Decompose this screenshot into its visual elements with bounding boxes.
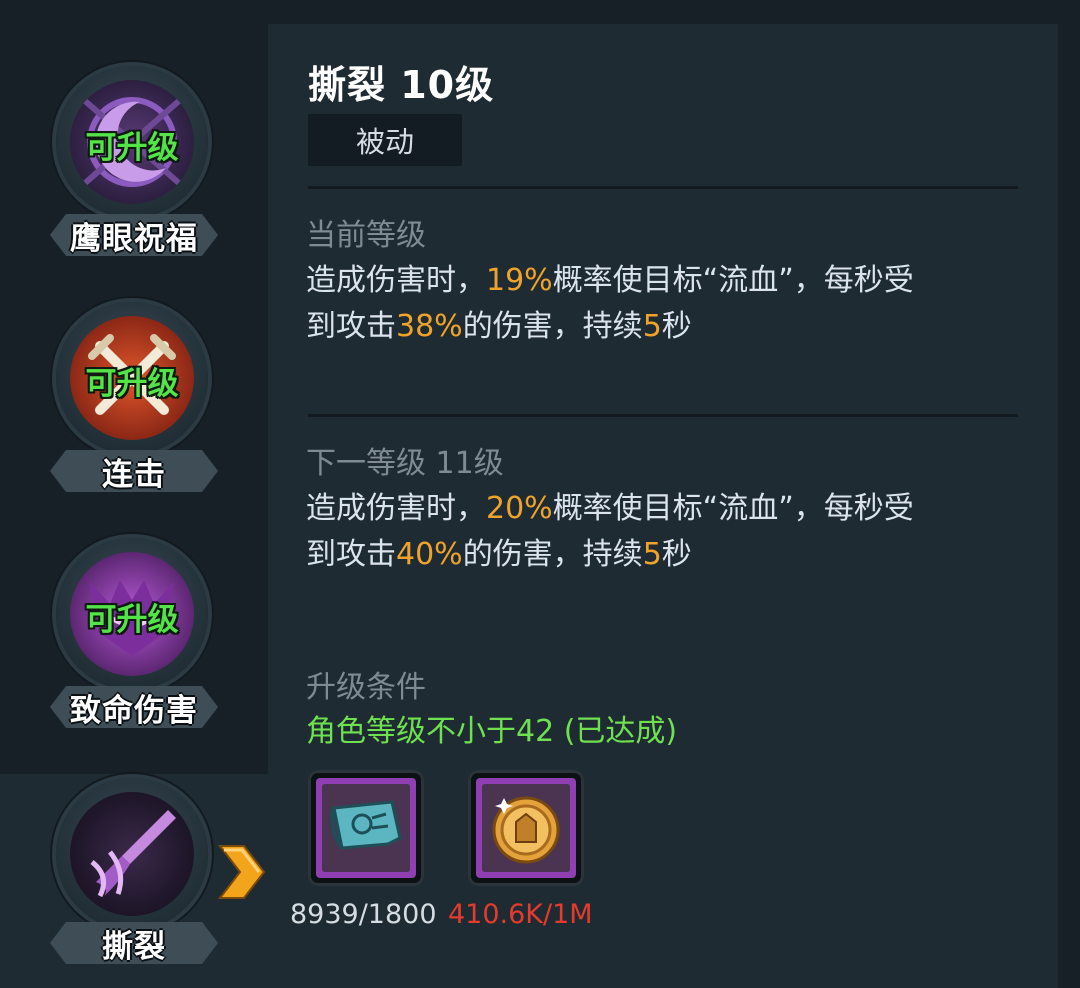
description-line: 到攻击38%的伤害，持续5秒 [306,309,692,344]
skill-name: 致命伤害 [70,692,198,729]
item-frame [316,778,416,878]
skill-item-critical-damage[interactable]: 可升级 致命伤害 [0,526,268,762]
description-line: 造成伤害时，19%概率使目标“流血”，每秒受 [306,263,914,298]
item-slot [482,784,570,872]
current-level-label: 当前等级 [306,218,426,253]
description-line: 造成伤害时，20%概率使目标“流血”，每秒受 [306,491,914,526]
next-level-description: 造成伤害时，20%概率使目标“流血”，每秒受 到攻击40%的伤害，持续5秒 [306,486,1026,578]
skill-name: 连击 [102,456,166,493]
skill-name: 撕裂 [102,928,166,965]
cost-amount: 8939/1800 [290,899,437,930]
damage-value: 38% [396,309,463,344]
skill-name-plate: 鹰眼祝福 [50,214,218,256]
skill-type-tag: 被动 [308,114,462,166]
skill-icon-ring [56,778,208,930]
skill-name-plate: 致命伤害 [50,686,218,728]
current-level-description: 造成伤害时，19%概率使目标“流血”，每秒受 到攻击38%的伤害，持续5秒 [306,258,1026,350]
skill-item-hawk-eye[interactable]: 可升级 鹰眼祝福 [0,54,268,290]
skill-screen: { "skills": [ {"name": "鹰眼祝福", "badge": … [0,0,1080,988]
skill-icon-ring: 可升级 [56,538,208,690]
description-line: 到攻击40%的伤害，持续5秒 [306,537,692,572]
item-frame [476,778,576,878]
skill-name-plate: 撕裂 [50,922,218,964]
chance-value: 20% [486,491,553,526]
divider [308,414,1018,417]
duration-value: 5 [642,537,662,572]
scroll-icon [322,784,410,872]
chance-value: 19% [486,263,553,298]
skill-name: 鹰眼祝福 [70,220,198,257]
cost-amount: 410.6K/1M [448,899,593,930]
rend-dagger-icon [70,792,194,916]
damage-value: 40% [396,537,463,572]
skill-item-combo[interactable]: 可升级 连击 [0,290,268,526]
skill-icon-ring: 可升级 [56,302,208,454]
upgradable-badge: 可升级 [85,602,179,638]
gold-coin-icon [482,784,570,872]
divider [308,186,1018,189]
skill-title: 撕裂 10级 [308,63,495,107]
skill-icon-ring: 可升级 [56,66,208,218]
upgradable-badge: 可升级 [85,366,179,402]
upgradable-badge: 可升级 [85,130,179,166]
selected-arrow-icon [217,845,266,899]
cost-item-scroll[interactable] [308,770,424,886]
item-slot [322,784,410,872]
upgrade-condition-label: 升级条件 [306,670,426,705]
cost-item-gold[interactable] [468,770,584,886]
duration-value: 5 [642,309,662,344]
skill-list: 可升级 鹰眼祝福 可升级 连击 可升级 致命伤害 撕裂 [0,0,268,988]
upgrade-requirement: 角色等级不小于42 (已达成) [306,714,678,749]
skill-detail-panel: 撕裂 10级 被动 当前等级 造成伤害时，19%概率使目标“流血”，每秒受 到攻… [268,24,1058,988]
skill-name-plate: 连击 [50,450,218,492]
next-level-label: 下一等级 11级 [306,446,504,481]
